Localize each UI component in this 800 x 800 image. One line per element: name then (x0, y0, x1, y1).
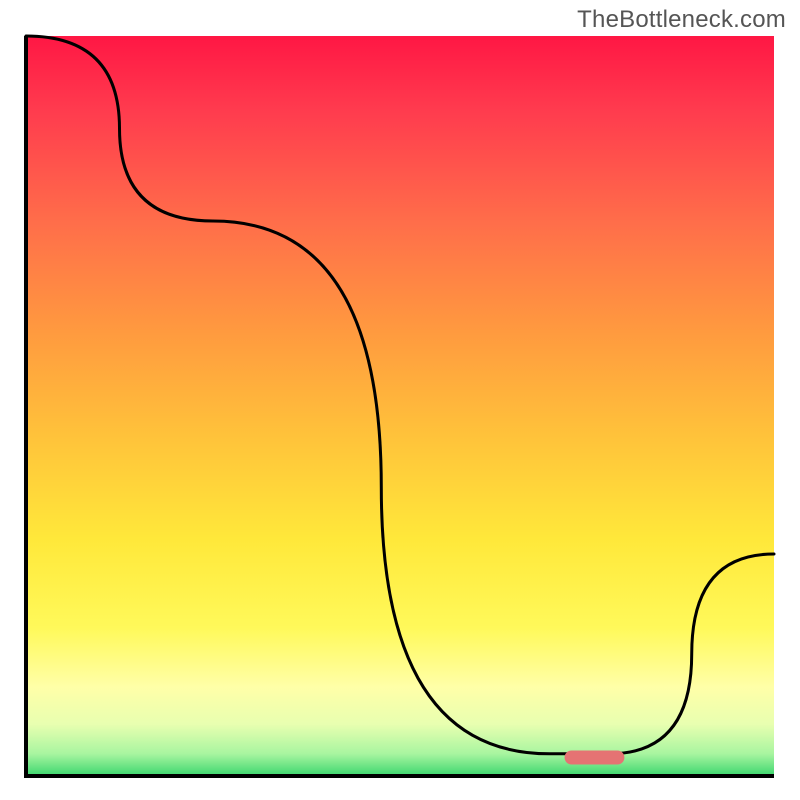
watermark-text: TheBottleneck.com (577, 6, 786, 34)
chart-canvas (0, 0, 800, 800)
bottleneck-chart: TheBottleneck.com (0, 0, 800, 800)
optimal-range-marker (565, 751, 625, 765)
gradient-background (26, 36, 774, 776)
